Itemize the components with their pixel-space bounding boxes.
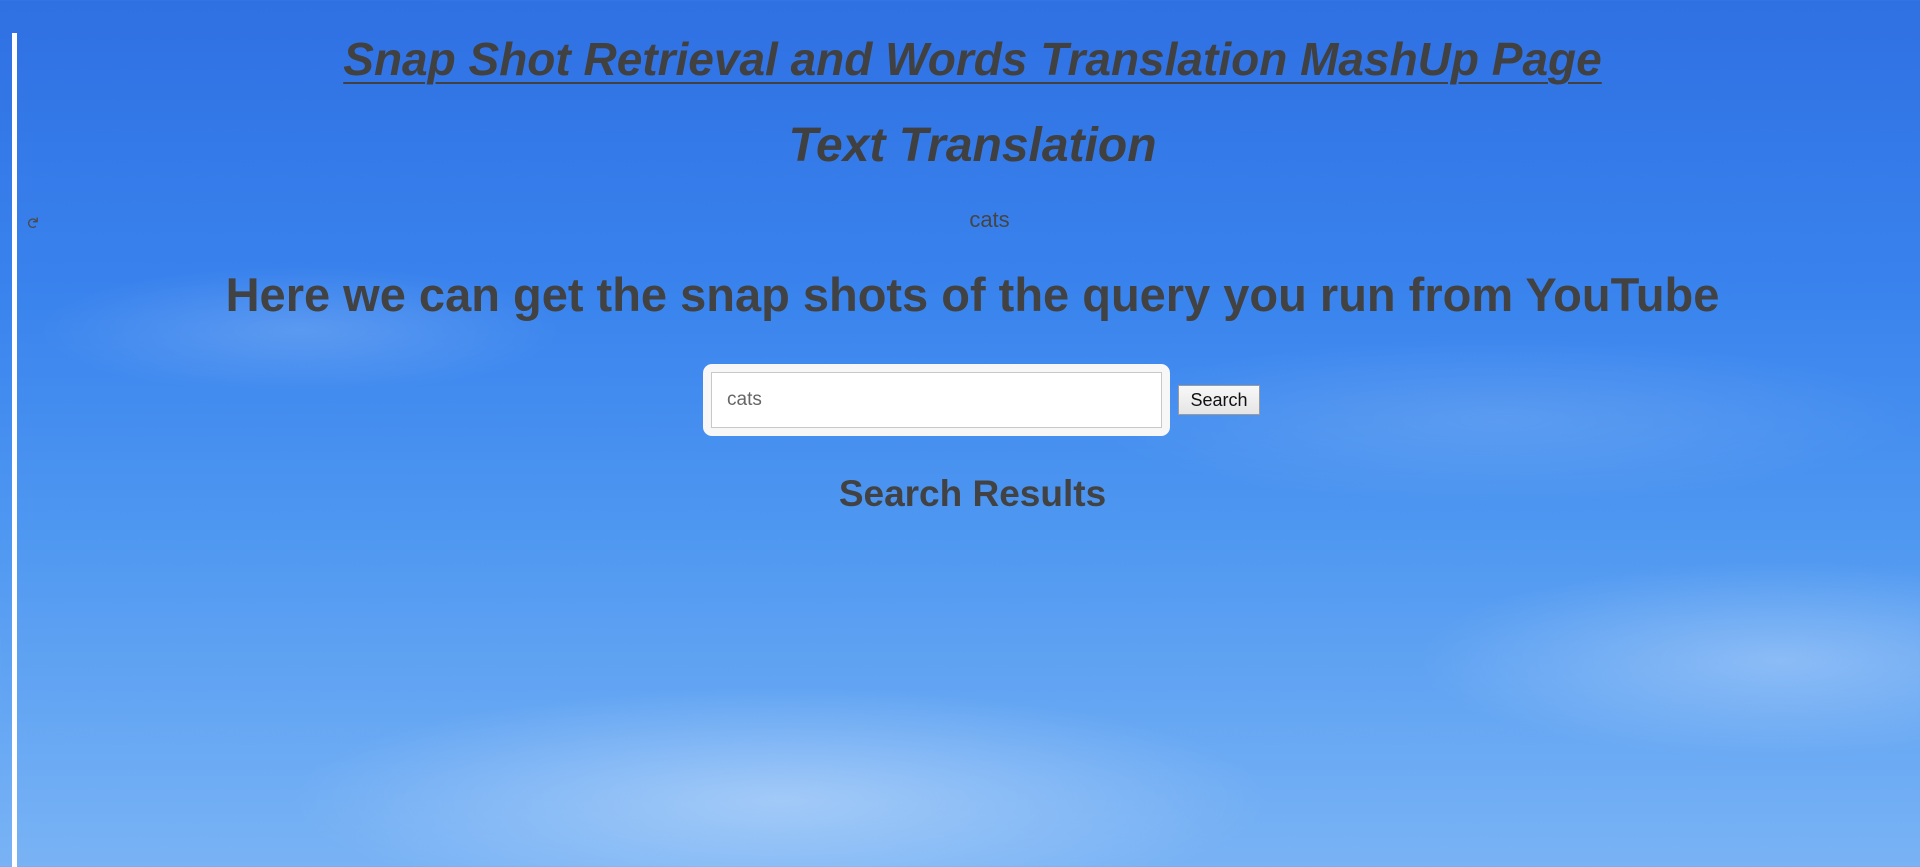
search-input[interactable] [711, 372, 1162, 428]
search-results-area [200, 535, 1720, 835]
search-button[interactable]: Search [1178, 385, 1260, 415]
search-results-heading: Search Results [838, 473, 1107, 514]
page-title: Snap Shot Retrieval and Words Translatio… [343, 33, 1602, 85]
search-field-container [703, 364, 1170, 436]
translation-result: cats [969, 207, 1010, 232]
youtube-snapshot-heading: Here we can get the snap shots of the qu… [225, 268, 1720, 321]
translation-heading: Text Translation [788, 119, 1157, 172]
